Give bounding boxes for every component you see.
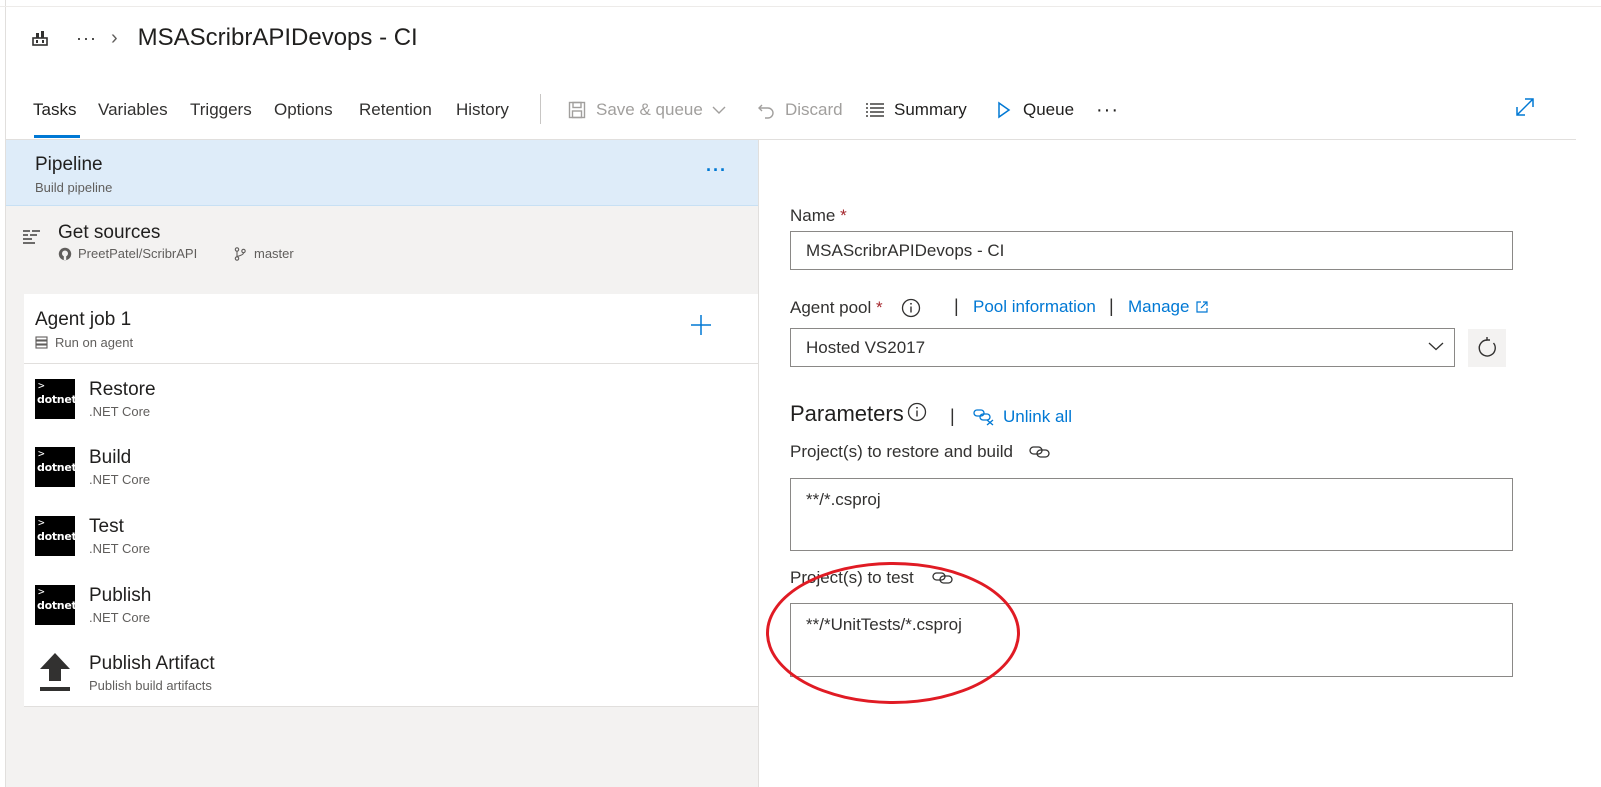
build-pipeline-icon[interactable] <box>30 28 50 48</box>
upload-icon <box>38 651 72 693</box>
tab-triggers[interactable]: Triggers <box>190 100 252 140</box>
tab-history[interactable]: History <box>456 100 509 140</box>
task-subtitle: Publish build artifacts <box>89 678 212 693</box>
branch: master <box>234 246 294 261</box>
queue-button[interactable]: Queue <box>994 98 1074 122</box>
task-subtitle: .NET Core <box>89 472 151 487</box>
branch-name: master <box>254 246 294 261</box>
github-icon <box>58 247 72 261</box>
repository-name: PreetPatel/ScribrAPI <box>78 246 198 261</box>
chevron-down-icon <box>712 100 726 120</box>
undo-icon <box>756 100 776 120</box>
queue-label: Queue <box>1023 100 1075 119</box>
tab-variables[interactable]: Variables <box>98 100 168 140</box>
save-queue-button[interactable]: Save & queue <box>567 98 726 122</box>
save-icon <box>567 100 587 120</box>
breadcrumb: ··· › MSAScribrAPIDevops - CI <box>30 22 418 54</box>
tab-tasks[interactable]: Tasks <box>33 100 76 140</box>
top-divider <box>0 6 1601 7</box>
task-title: Test <box>89 516 124 537</box>
pipeline-more-button[interactable]: ··· <box>706 160 727 181</box>
info-icon[interactable] <box>907 402 927 422</box>
discard-button[interactable]: Discard <box>756 98 843 122</box>
refresh-icon <box>1478 337 1496 357</box>
task-restore[interactable]: > dotnet Restore .NET Core <box>24 365 758 433</box>
test-projects-input[interactable]: **/*UnitTests/*.csproj <box>790 603 1513 677</box>
list-icon <box>865 100 885 120</box>
plus-icon <box>691 315 711 335</box>
refresh-button[interactable] <box>1468 329 1506 367</box>
pipeline-properties-pane: Name * MSAScribrAPIDevops - CI Agent poo… <box>760 140 1601 787</box>
parameters-title: Parameters <box>790 401 904 426</box>
test-projects-label: Project(s) to test <box>790 568 954 588</box>
agent-pool-label: Agent pool * <box>790 298 921 318</box>
agent-pool-select[interactable]: Hosted VS2017 <box>790 328 1455 367</box>
agent-job-row[interactable]: Agent job 1 Run on agent <box>24 294 758 364</box>
restore-build-label: Project(s) to restore and build <box>790 442 1051 462</box>
discard-label: Discard <box>785 100 843 119</box>
add-task-button[interactable] <box>689 313 715 339</box>
unlink-icon <box>973 408 995 426</box>
pipeline-row[interactable]: Pipeline Build pipeline ··· <box>6 140 758 206</box>
save-queue-label: Save & queue <box>596 100 703 119</box>
link-icon[interactable] <box>932 570 954 586</box>
get-sources-title: Get sources <box>58 222 161 243</box>
dotnet-icon: > dotnet <box>35 379 77 419</box>
separator: | <box>950 406 955 426</box>
task-publish-artifact[interactable]: Publish Artifact Publish build artifacts <box>24 639 758 707</box>
info-icon[interactable] <box>901 298 921 318</box>
name-label: Name * <box>790 206 847 225</box>
dotnet-icon: > dotnet <box>35 447 77 487</box>
task-title: Publish <box>89 585 152 606</box>
task-test[interactable]: > dotnet Test .NET Core <box>24 502 758 570</box>
pipeline-subtitle: Build pipeline <box>35 180 113 195</box>
task-title: Build <box>89 447 132 468</box>
server-icon <box>35 336 48 349</box>
repository: PreetPatel/ScribrAPI <box>58 246 197 261</box>
separator: | <box>954 296 959 316</box>
expand-icon[interactable] <box>1514 96 1538 120</box>
link-icon[interactable] <box>1029 444 1051 460</box>
pool-information-link[interactable]: Pool information <box>973 297 1096 317</box>
task-publish[interactable]: > dotnet Publish .NET Core <box>24 571 758 639</box>
unlink-all-button[interactable]: Unlink all <box>973 407 1072 427</box>
pipeline-name-input[interactable]: MSAScribrAPIDevops - CI <box>790 231 1513 270</box>
separator: | <box>1109 296 1114 316</box>
branch-icon <box>234 246 246 261</box>
sources-icon <box>22 227 42 247</box>
agent-job-panel: Agent job 1 Run on agent > dotnet Restore… <box>24 294 758 707</box>
more-actions-button[interactable]: ··· <box>1096 98 1119 122</box>
agent-job-subtitle: Run on agent <box>35 335 133 350</box>
get-sources-row[interactable]: Get sources PreetPatel/ScribrAPI master <box>6 207 758 293</box>
play-icon <box>994 100 1014 120</box>
agent-job-subtitle-text: Run on agent <box>55 335 134 350</box>
active-tab-indicator <box>34 135 80 138</box>
agent-pool-value: Hosted VS2017 <box>806 337 926 357</box>
task-build[interactable]: > dotnet Build .NET Core <box>24 433 758 501</box>
toolbar-divider <box>540 94 541 124</box>
task-subtitle: .NET Core <box>89 404 151 419</box>
dotnet-icon: > dotnet <box>35 585 77 625</box>
breadcrumb-more-button[interactable]: ··· <box>76 28 97 49</box>
external-link-icon <box>1196 301 1209 313</box>
dotnet-icon: > dotnet <box>35 516 77 556</box>
chevron-down-icon <box>1428 341 1444 351</box>
manage-link[interactable]: Manage <box>1128 297 1209 317</box>
pipeline-title: Pipeline <box>35 154 103 175</box>
task-subtitle: .NET Core <box>89 610 151 625</box>
pipeline-tasks-pane: Pipeline Build pipeline ··· Get sources … <box>6 140 759 787</box>
task-title: Restore <box>89 379 156 400</box>
tab-retention[interactable]: Retention <box>359 100 432 140</box>
summary-button[interactable]: Summary <box>865 98 967 122</box>
tab-options[interactable]: Options <box>274 100 333 140</box>
toolbar: Tasks Variables Triggers Options Retenti… <box>6 92 1576 140</box>
page-title: MSAScribrAPIDevops - CI <box>137 24 418 51</box>
task-title: Publish Artifact <box>89 653 215 674</box>
summary-label: Summary <box>894 100 967 119</box>
task-subtitle: .NET Core <box>89 541 151 556</box>
agent-job-title: Agent job 1 <box>35 309 132 330</box>
chevron-right-icon: › <box>110 26 118 49</box>
restore-build-projects-input[interactable]: **/*.csproj <box>790 478 1513 551</box>
